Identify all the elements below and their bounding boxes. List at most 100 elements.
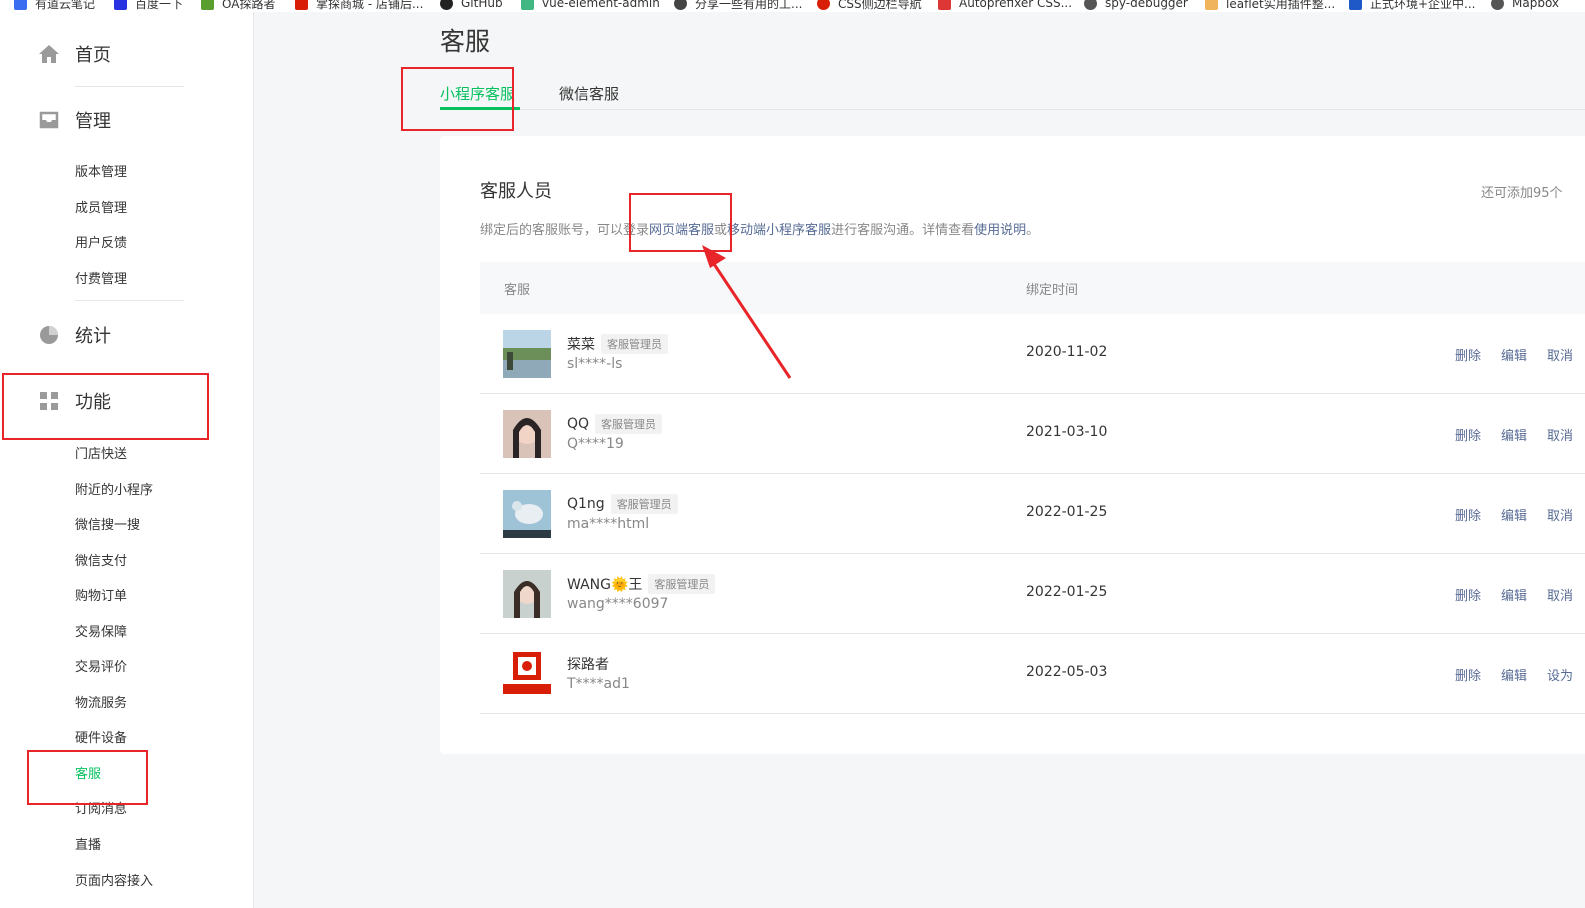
role-badge: 客服管理员 — [610, 494, 678, 514]
cancel-button[interactable]: 取消 — [1547, 505, 1573, 524]
inbox-icon — [38, 109, 60, 131]
vue-icon — [521, 0, 534, 10]
sidebar-item-page-content[interactable]: 页面内容接入 — [75, 870, 153, 889]
edit-button[interactable]: 编辑 — [1501, 585, 1527, 604]
card-title: 客服人员 — [480, 181, 552, 202]
sidebar-item-logistics[interactable]: 物流服务 — [75, 692, 127, 711]
annotation-box-service-item — [27, 750, 148, 805]
agent-account: sl****-ls — [567, 356, 623, 372]
usage-guide-link[interactable]: 使用说明 — [974, 223, 1026, 238]
edit-button[interactable]: 编辑 — [1501, 425, 1527, 444]
bookmark-tools[interactable]: 分享一些有用的工... — [674, 0, 802, 11]
bookmark-prod-env[interactable]: 正式环境+企业中... — [1349, 0, 1476, 11]
env-icon — [1349, 0, 1362, 10]
bookmark-vue-admin[interactable]: vue-element-admin — [521, 0, 660, 11]
sidebar-item-version[interactable]: 版本管理 — [75, 161, 127, 180]
table-row: 探路者 T****ad1 2022-05-03 删除 编辑 设为 — [480, 634, 1585, 714]
agent-account: Q****19 — [567, 436, 624, 452]
bookmark-css-nav[interactable]: CSS侧边栏导航 — [817, 0, 922, 11]
sidebar-item-members[interactable]: 成员管理 — [75, 197, 127, 216]
table-row: QQ 客服管理员 Q****19 2021-03-10 删除 编辑 取消 — [480, 394, 1585, 474]
avatar-toread-logo — [503, 650, 551, 698]
cancel-button[interactable]: 取消 — [1547, 425, 1573, 444]
delete-button[interactable]: 删除 — [1455, 665, 1481, 684]
role-badge: 客服管理员 — [601, 334, 668, 354]
github-icon — [440, 0, 453, 10]
bookmark-oa[interactable]: OA探路者 — [201, 0, 275, 11]
sidebar-cat-manage[interactable]: 管理 — [38, 105, 111, 135]
sidebar-divider — [75, 86, 184, 87]
sidebar-item-hardware[interactable]: 硬件设备 — [75, 727, 127, 746]
table-row: WANG🌞王 客服管理员 wang****6097 2022-01-25 删除 编… — [480, 554, 1585, 634]
sidebar-divider — [75, 300, 184, 301]
avatar — [503, 330, 551, 378]
bookmark-autoprefixer[interactable]: Autoprefixer CSS... — [938, 0, 1072, 11]
tools-icon — [674, 0, 687, 10]
edit-button[interactable]: 编辑 — [1501, 505, 1527, 524]
bind-date: 2022-01-25 — [1026, 504, 1108, 520]
sidebar-item-nearby[interactable]: 附近的小程序 — [75, 479, 153, 498]
annotation-box-tab — [401, 67, 514, 131]
bookmark-github[interactable]: GitHub — [440, 0, 503, 11]
oa-icon — [201, 0, 214, 10]
shop-icon — [295, 0, 308, 10]
sidebar-item-trade-guarantee[interactable]: 交易保障 — [75, 621, 127, 640]
edit-button[interactable]: 编辑 — [1501, 345, 1527, 364]
cancel-button[interactable]: 取消 — [1547, 585, 1573, 604]
bookmark-baidu[interactable]: 百度一下 — [114, 0, 183, 11]
sidebar-item-live[interactable]: 直播 — [75, 834, 101, 853]
bookmark-spy-debugger[interactable]: spy-debugger — [1084, 0, 1188, 11]
table-row: 菜菜 客服管理员 sl****-ls 2020-11-02 删除 编辑 取消 — [480, 314, 1585, 394]
set-admin-button[interactable]: 设为 — [1547, 665, 1573, 684]
table-row: Q1ng 客服管理员 ma****html 2022-01-25 删除 编辑 取消 — [480, 474, 1585, 554]
agent-name: WANG🌞王 客服管理员 — [567, 574, 716, 594]
sidebar-item-trade-review[interactable]: 交易评价 — [75, 656, 127, 675]
youdao-icon — [14, 0, 27, 10]
bind-date: 2020-11-02 — [1026, 344, 1108, 360]
sidebar-item-billing[interactable]: 付费管理 — [75, 268, 127, 287]
css-icon — [817, 0, 830, 10]
avatar — [503, 410, 551, 458]
avatar — [503, 490, 551, 538]
sidebar-cat-label: 管理 — [75, 111, 111, 132]
agent-account: wang****6097 — [567, 596, 669, 612]
sidebar-cat-home[interactable]: 首页 — [38, 39, 111, 69]
tab-bar: 小程序客服 微信客服 — [440, 76, 1585, 110]
sidebar-item-feedback[interactable]: 用户反馈 — [75, 232, 127, 251]
sidebar-item-pay[interactable]: 微信支付 — [75, 550, 127, 569]
quota-text: 还可添加95个 — [1481, 186, 1563, 201]
bind-date: 2022-01-25 — [1026, 584, 1108, 600]
bookmark-shop[interactable]: 掌探商城 - 店铺后... — [295, 0, 423, 11]
sidebar-item-orders[interactable]: 购物订单 — [75, 585, 127, 604]
cancel-button[interactable]: 取消 — [1547, 345, 1573, 364]
bookmark-leaflet[interactable]: leaflet实用插件整... — [1205, 0, 1335, 11]
sidebar-item-search[interactable]: 微信搜一搜 — [75, 514, 140, 533]
bind-date: 2022-05-03 — [1026, 664, 1108, 680]
sidebar-item-store-delivery[interactable]: 门店快送 — [75, 443, 127, 462]
delete-button[interactable]: 删除 — [1455, 345, 1481, 364]
agent-name: QQ 客服管理员 — [567, 414, 663, 434]
sidebar-cat-stats[interactable]: 统计 — [38, 320, 111, 350]
bookmark-youdao[interactable]: 有道云笔记 — [14, 0, 95, 11]
column-header-bind-time: 绑定时间 — [1026, 283, 1079, 298]
baidu-icon — [114, 0, 127, 10]
column-header-agent: 客服 — [504, 283, 531, 298]
spy-icon — [1084, 0, 1097, 10]
bookmark-mapbox[interactable]: Mapbox — [1491, 0, 1559, 11]
agent-name: 探路者 — [567, 657, 609, 673]
delete-button[interactable]: 删除 — [1455, 505, 1481, 524]
description: 绑定后的客服账号，可以登录网页端客服或移动端小程序客服进行客服沟通。详情查看使用… — [480, 223, 1040, 238]
bookmarks-bar: 有道云笔记 百度一下 OA探路者 掌探商城 - 店铺后... GitHub vu… — [0, 0, 1585, 12]
delete-button[interactable]: 删除 — [1455, 585, 1481, 604]
agent-account: ma****html — [567, 516, 650, 532]
tab-wechat-service[interactable]: 微信客服 — [559, 83, 619, 104]
delete-button[interactable]: 删除 — [1455, 425, 1481, 444]
leaflet-icon — [1205, 0, 1218, 10]
table-header: 客服 绑定时间 — [480, 262, 1585, 314]
autoprefixer-icon — [938, 0, 951, 10]
edit-button[interactable]: 编辑 — [1501, 665, 1527, 684]
pie-chart-icon — [38, 324, 60, 346]
annotation-box-features — [2, 373, 209, 440]
service-card: 客服人员 还可添加95个 绑定后的客服账号，可以登录网页端客服或移动端小程序客服… — [440, 136, 1585, 754]
mobile-service-link[interactable]: 移动端小程序客服 — [727, 223, 831, 238]
